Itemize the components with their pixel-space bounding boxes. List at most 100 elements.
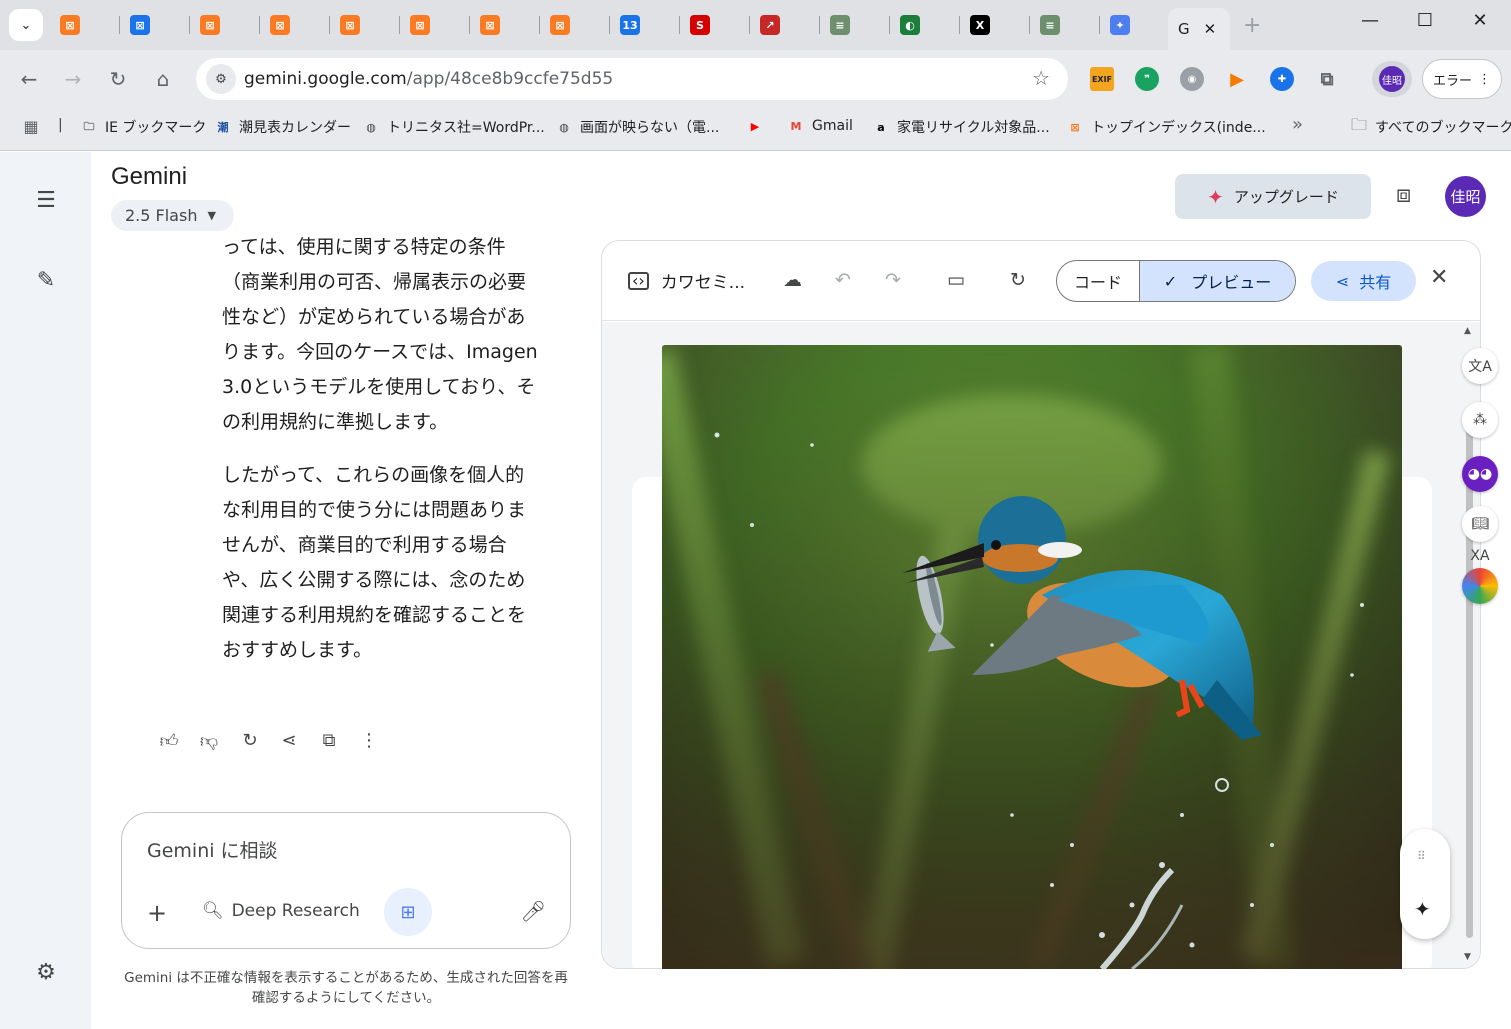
scrollbar-thumb[interactable] bbox=[1466, 418, 1473, 938]
browser-tab[interactable]: ⊠ bbox=[400, 10, 470, 40]
browser-tab[interactable]: 13 bbox=[610, 10, 680, 40]
drag-handle-icon[interactable]: ⠿ bbox=[1417, 849, 1426, 863]
tab-search-button[interactable]: ⌄ bbox=[9, 9, 43, 41]
apps-grid-icon[interactable]: ▦ bbox=[22, 117, 40, 136]
maximize-button[interactable]: ☐ bbox=[1410, 10, 1440, 31]
home-icon[interactable]: ⌂ bbox=[150, 67, 176, 91]
browser-tab[interactable]: ⊠ bbox=[540, 10, 610, 40]
browser-tab[interactable]: ⊠ bbox=[50, 10, 120, 40]
apps-sparkle-icon[interactable]: ⁂ bbox=[1462, 402, 1498, 438]
browser-tab[interactable]: ⊠ bbox=[190, 10, 260, 40]
share-icon[interactable]: ⋖ bbox=[277, 730, 301, 751]
new-chat-icon[interactable]: ✎ bbox=[30, 268, 62, 293]
share-button[interactable]: ⋖ 共有 bbox=[1311, 261, 1416, 301]
minimize-button[interactable]: — bbox=[1355, 10, 1385, 31]
left-rail: ☰ ✎ ⚙ bbox=[0, 152, 91, 1029]
quote-extension-icon[interactable]: ❞ bbox=[1135, 67, 1159, 91]
extensions-puzzle-icon[interactable]: ⧉ bbox=[1315, 67, 1339, 91]
url-path: /app/48ce8b9ccfe75d55 bbox=[406, 69, 614, 89]
canvas-icon: ⊞ bbox=[400, 901, 416, 923]
bookmark-star-icon[interactable]: ☆ bbox=[1032, 66, 1050, 90]
globe-green-icon: ◐ bbox=[900, 15, 920, 35]
translate-extension-icon[interactable]: ✚ bbox=[1270, 67, 1294, 91]
menu-hamburger-icon[interactable]: ☰ bbox=[30, 188, 62, 213]
prompt-composer[interactable]: Gemini に相談 + 🔍︎ Deep Research ⊞ 🎤︎ bbox=[121, 812, 571, 949]
browser-tab[interactable]: ↗ bbox=[750, 10, 820, 40]
rss-extension-icon[interactable]: ◉ bbox=[1180, 67, 1204, 91]
reload-icon[interactable]: ↻ bbox=[105, 67, 131, 91]
user-avatar[interactable]: 佳昭 bbox=[1445, 176, 1486, 217]
play-extension-icon[interactable]: ▶ bbox=[1225, 67, 1249, 91]
canvas-document-title[interactable]: ‹› カワセミ... bbox=[628, 268, 745, 293]
preview-tab[interactable]: ✓ プレビュー bbox=[1140, 261, 1295, 301]
url-text[interactable]: gemini.google.com/app/48ce8b9ccfe75d55 bbox=[244, 69, 613, 89]
bookmark-item[interactable]: ▶ bbox=[746, 117, 771, 135]
cloud-save-icon[interactable]: ☁ bbox=[783, 269, 802, 291]
browser-tab[interactable]: ◐ bbox=[890, 10, 960, 40]
bookmark-item[interactable]: ⊠ トップインデックス(inde... bbox=[1066, 117, 1265, 137]
regenerate-icon[interactable]: ↻ bbox=[238, 730, 262, 751]
caret-down-icon: ▼ bbox=[207, 209, 216, 222]
upgrade-button[interactable]: ✦ アップグレード bbox=[1175, 174, 1371, 219]
assistant-bot-icon[interactable]: ◕◕ bbox=[1462, 456, 1498, 492]
browser-tab[interactable]: ⊠ bbox=[120, 10, 190, 40]
microphone-icon[interactable]: 🎤︎ bbox=[521, 899, 546, 923]
browser-tab[interactable]: ≡ bbox=[1030, 10, 1100, 40]
canvas-toggle-button[interactable]: ⊞ bbox=[384, 888, 432, 936]
model-selector[interactable]: 2.5 Flash ▼ bbox=[111, 200, 234, 231]
close-window-button[interactable]: ✕ bbox=[1465, 10, 1495, 31]
gemini-star-icon: ✦ bbox=[1110, 15, 1130, 35]
all-bookmarks-folder[interactable]: 🗀 すべてのブックマーク bbox=[1350, 115, 1511, 137]
add-attachment-icon[interactable]: + bbox=[147, 899, 167, 927]
browser-tab[interactable]: X bbox=[960, 10, 1030, 40]
translate-tool-icon[interactable]: 文A bbox=[1462, 348, 1498, 384]
thumbs-down-icon[interactable]: 👎︎ bbox=[197, 730, 221, 752]
code-tab[interactable]: コード bbox=[1057, 261, 1140, 301]
console-icon[interactable]: ▭ bbox=[947, 269, 965, 291]
browser-tab[interactable]: S bbox=[680, 10, 750, 40]
sparkle-edit-icon[interactable]: ✦ bbox=[1414, 897, 1431, 921]
code-brackets-icon: ‹› bbox=[628, 271, 649, 290]
bookmark-item[interactable]: 潮潮見表カレンダー bbox=[214, 117, 352, 137]
close-tab-icon[interactable]: ✕ bbox=[1204, 20, 1217, 38]
close-canvas-icon[interactable]: ✕ bbox=[1430, 265, 1448, 290]
address-bar[interactable]: ⚙ gemini.google.com/app/48ce8b9ccfe75d55… bbox=[196, 58, 1068, 100]
browser-tab[interactable]: ⊠ bbox=[330, 10, 400, 40]
refresh-preview-icon[interactable]: ↻ bbox=[1010, 269, 1026, 291]
bookmark-label: 家電リサイクル対象品... bbox=[897, 120, 1050, 136]
scroll-up-arrow[interactable]: ▲ bbox=[1464, 326, 1471, 336]
active-tab[interactable]: G ✕ bbox=[1168, 8, 1230, 50]
profile-button[interactable]: 佳昭 bbox=[1372, 61, 1412, 97]
redo-icon[interactable]: ↷ bbox=[885, 269, 901, 291]
more-bookmarks-icon[interactable]: » bbox=[1292, 114, 1303, 135]
copy-icon[interactable]: ⧉ bbox=[317, 730, 341, 751]
new-tab-button[interactable]: + bbox=[1243, 13, 1261, 38]
view-mode-toggle: コード ✓ プレビュー bbox=[1056, 260, 1296, 302]
browser-tab[interactable]: ≡ bbox=[820, 10, 890, 40]
reader-book-icon[interactable]: 📖︎ bbox=[1462, 506, 1498, 542]
bookmark-item[interactable]: 🗀 IE ブックマーク bbox=[80, 117, 207, 137]
bookmark-item[interactable]: ◍ トリニタス社=WordPr... bbox=[362, 117, 545, 137]
thumbs-up-icon[interactable]: 👍︎ bbox=[157, 730, 181, 752]
site-info-icon[interactable]: ⚙ bbox=[206, 64, 236, 94]
forward-icon[interactable]: → bbox=[60, 67, 86, 91]
prompt-input[interactable]: Gemini に相談 bbox=[147, 836, 278, 863]
kingfisher-image bbox=[662, 345, 1402, 969]
exif-extension-icon[interactable]: EXIF bbox=[1090, 67, 1114, 91]
bookmark-item[interactable]: M Gmail bbox=[787, 117, 853, 135]
browser-tab[interactable]: ✦ bbox=[1100, 10, 1170, 40]
back-icon[interactable]: ← bbox=[16, 67, 42, 91]
bookmark-item[interactable]: a 家電リサイクル対象品... bbox=[872, 117, 1050, 137]
browser-tab[interactable]: ⊠ bbox=[260, 10, 330, 40]
color-picker-icon[interactable] bbox=[1462, 568, 1498, 604]
temporary-chat-icon[interactable]: ⧈ bbox=[1396, 180, 1411, 208]
browser-tab[interactable]: ⊠ bbox=[470, 10, 540, 40]
scroll-down-arrow[interactable]: ▼ bbox=[1464, 952, 1471, 962]
more-options-icon[interactable]: ⋮ bbox=[357, 730, 381, 751]
bookmark-item[interactable]: ◍ 画面が映らない（電... bbox=[555, 117, 719, 137]
update-error-button[interactable]: エラー ⋮ bbox=[1422, 59, 1502, 99]
undo-icon[interactable]: ↶ bbox=[835, 269, 851, 291]
deep-research-button[interactable]: 🔍︎ Deep Research bbox=[202, 901, 360, 921]
settings-gear-icon[interactable]: ⚙ bbox=[30, 960, 62, 985]
share-label: 共有 bbox=[1359, 273, 1392, 292]
